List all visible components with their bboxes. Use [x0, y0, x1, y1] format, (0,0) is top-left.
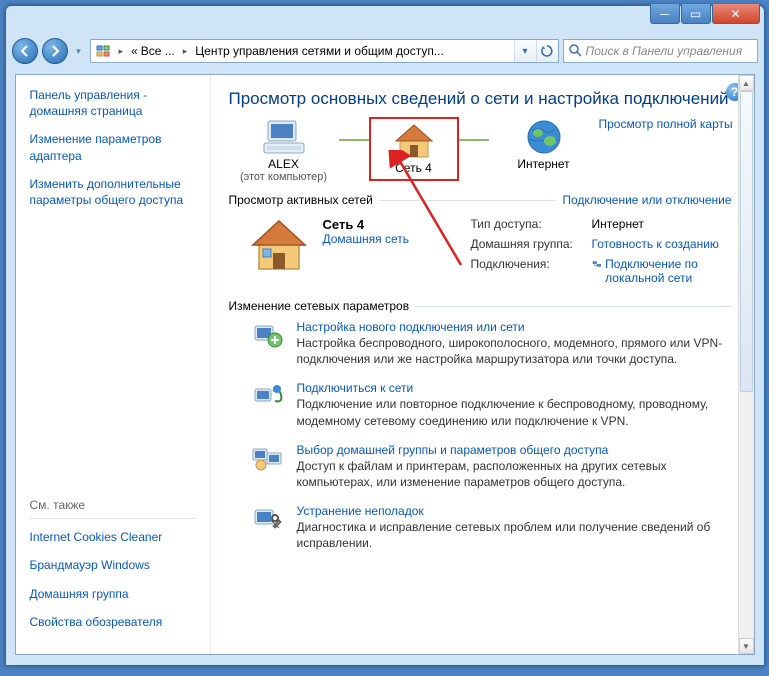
nav-row: ▼ ▸ « Все ... ▸ Центр управления сетями …: [6, 34, 764, 68]
connector: [459, 139, 489, 141]
seealso-link[interactable]: Internet Cookies Cleaner: [30, 529, 196, 545]
homegroup-icon: [251, 443, 285, 473]
page-title: Просмотр основных сведений о сети и наст…: [229, 89, 732, 109]
sidebar-link-sharing[interactable]: Изменить дополнительные параметры общего…: [30, 176, 196, 208]
history-dropdown[interactable]: ▼: [72, 41, 86, 61]
prop-key: Подключения:: [471, 257, 586, 285]
prop-value: Интернет: [592, 217, 732, 231]
troubleshoot-icon: [251, 504, 285, 534]
seealso-link[interactable]: Брандмауэр Windows: [30, 557, 196, 573]
search-input[interactable]: Поиск в Панели управления: [563, 39, 758, 63]
map-internet[interactable]: Интернет: [489, 117, 599, 171]
globe-icon: [522, 117, 566, 157]
minimize-button[interactable]: ─: [650, 4, 680, 24]
scroll-thumb[interactable]: [740, 91, 753, 392]
scroll-up-button[interactable]: ▲: [739, 75, 754, 91]
active-networks-header: Просмотр активных сетей: [229, 193, 373, 207]
close-button[interactable]: ✕: [712, 4, 760, 24]
pc-sublabel: (этот компьютер): [240, 171, 327, 183]
connect-disconnect-link[interactable]: Подключение или отключение: [562, 193, 731, 207]
connector: [339, 139, 369, 141]
full-map-link[interactable]: Просмотр полной карты: [599, 117, 733, 131]
map-this-pc[interactable]: ALEX (этот компьютер): [229, 117, 339, 183]
option-desc: Диагностика и исправление сетевых пробле…: [297, 519, 732, 551]
house-icon: [249, 217, 309, 273]
new-connection-icon: [251, 320, 285, 350]
back-button[interactable]: [12, 38, 38, 64]
option-connect[interactable]: Подключиться к сети Подключение или повт…: [229, 374, 732, 435]
seealso-link[interactable]: Свойства обозревателя: [30, 614, 196, 630]
option-title[interactable]: Выбор домашней группы и параметров общег…: [297, 443, 732, 457]
sidebar-link-adapter[interactable]: Изменение параметров адаптера: [30, 131, 196, 163]
option-title[interactable]: Настройка нового подключения или сети: [297, 320, 732, 334]
pc-label: ALEX: [268, 157, 299, 171]
chevron-right-icon[interactable]: ▸: [179, 40, 192, 62]
address-bar[interactable]: ▸ « Все ... ▸ Центр управления сетями и …: [90, 39, 559, 63]
prop-key: Домашняя группа:: [471, 237, 586, 251]
pc-icon: [262, 117, 306, 157]
network-map: ALEX (этот компьютер) Сеть 4 Интернет Пр…: [229, 115, 732, 183]
scroll-down-button[interactable]: ▼: [739, 638, 754, 654]
breadcrumb-root-icon[interactable]: [91, 40, 115, 62]
search-placeholder: Поиск в Панели управления: [586, 44, 743, 58]
connection-link[interactable]: Подключение по локальной сети: [592, 257, 732, 285]
network-type-link[interactable]: Домашняя сеть: [323, 232, 409, 246]
forward-button[interactable]: [42, 38, 68, 64]
house-icon: [392, 121, 436, 161]
lan-icon: [592, 257, 602, 271]
refresh-button[interactable]: [536, 39, 558, 63]
internet-label: Интернет: [517, 157, 569, 171]
vertical-scrollbar[interactable]: ▲ ▼: [738, 75, 754, 654]
search-icon: [568, 43, 582, 60]
maximize-button[interactable]: ▭: [681, 4, 711, 24]
homegroup-link[interactable]: Готовность к созданию: [592, 237, 732, 251]
option-desc: Доступ к файлам и принтерам, расположенн…: [297, 458, 732, 490]
change-settings-header: Изменение сетевых параметров: [229, 299, 410, 313]
titlebar: ─ ▭ ✕: [6, 6, 764, 34]
chevron-right-icon[interactable]: ▸: [115, 40, 128, 62]
network-label: Сеть 4: [395, 161, 432, 175]
prop-key: Тип доступа:: [471, 217, 586, 231]
option-new-connection[interactable]: Настройка нового подключения или сети На…: [229, 313, 732, 374]
option-title[interactable]: Подключиться к сети: [297, 381, 732, 395]
breadcrumb-current[interactable]: Центр управления сетями и общим доступ..…: [191, 40, 448, 62]
option-homegroup[interactable]: Выбор домашней группы и параметров общег…: [229, 436, 732, 497]
network-name: Сеть 4: [323, 217, 409, 232]
option-desc: Подключение или повторное подключение к …: [297, 396, 732, 428]
divider: [30, 518, 196, 519]
map-network[interactable]: Сеть 4: [369, 117, 459, 181]
sidebar: Панель управления - домашняя страница Из…: [16, 75, 211, 654]
option-troubleshoot[interactable]: Устранение неполадок Диагностика и испра…: [229, 497, 732, 558]
content: ? Просмотр основных сведений о сети и на…: [211, 75, 754, 654]
connect-icon: [251, 381, 285, 411]
seealso-title: См. также: [30, 498, 196, 512]
sidebar-link-home[interactable]: Панель управления - домашняя страница: [30, 87, 196, 119]
option-desc: Настройка беспроводного, широкополосного…: [297, 335, 732, 367]
breadcrumb-prev[interactable]: « Все ...: [127, 40, 179, 62]
window: ─ ▭ ✕ ▼ ▸ « Все ... ▸ Центр управления с…: [5, 5, 765, 666]
address-dropdown[interactable]: ▾: [514, 39, 536, 63]
seealso-link[interactable]: Домашняя группа: [30, 586, 196, 602]
option-title[interactable]: Устранение неполадок: [297, 504, 732, 518]
